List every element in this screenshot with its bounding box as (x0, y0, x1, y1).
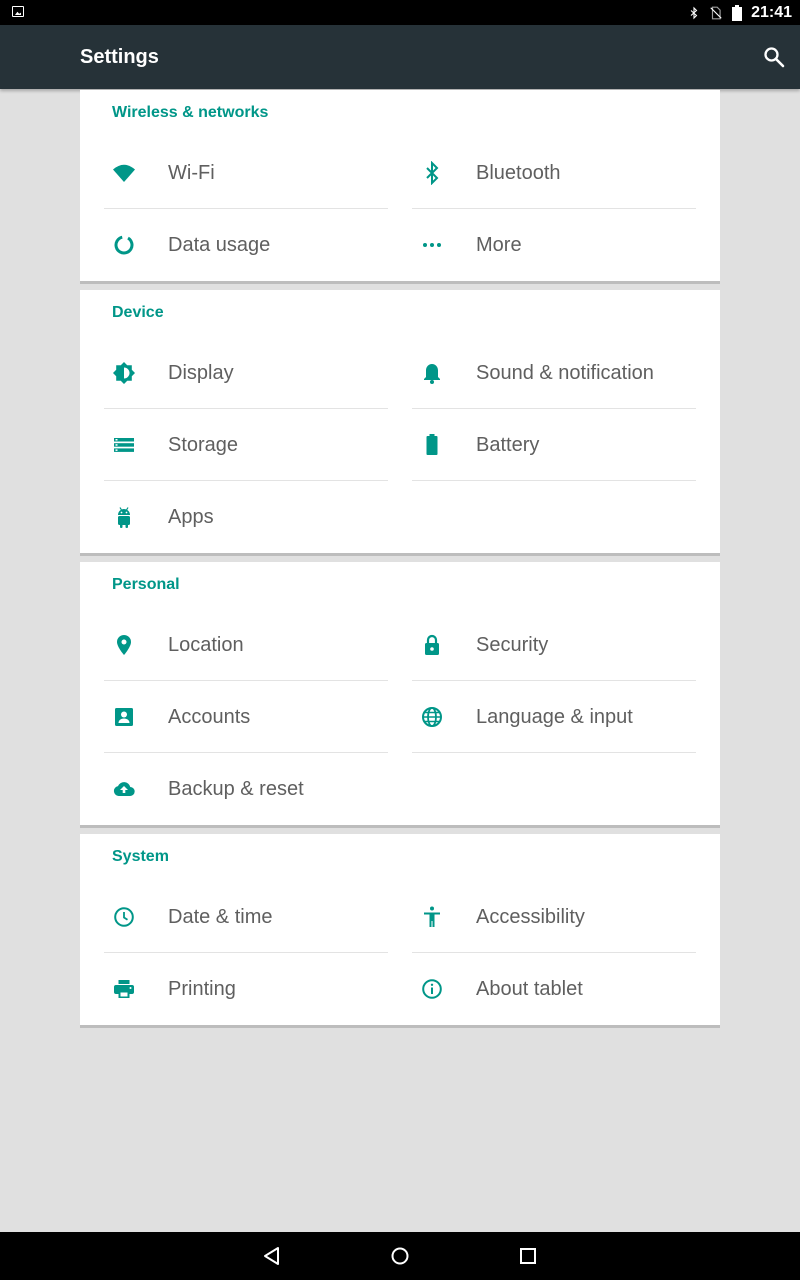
bluetooth-icon (426, 161, 439, 185)
bluetooth-status-icon (690, 6, 698, 19)
more-icon (423, 243, 441, 247)
info-icon (422, 979, 442, 999)
setting-bluetooth[interactable]: Bluetooth (412, 137, 696, 209)
setting-printing[interactable]: Printing (104, 953, 388, 1025)
screenshot-notification-icon (12, 6, 24, 17)
section-title: Device (112, 304, 164, 321)
setting-label: Date & time (168, 906, 273, 928)
location-pin-icon (117, 635, 131, 655)
printer-icon (114, 980, 134, 998)
home-button[interactable] (388, 1244, 412, 1268)
setting-label: Accessibility (476, 906, 585, 928)
data-usage-icon (114, 235, 134, 255)
setting-label: Location (168, 634, 244, 656)
display-brightness-icon (113, 362, 135, 384)
setting-label: Language & input (476, 706, 633, 728)
section-personal: Personal Location Security Accounts Lang… (80, 562, 720, 825)
setting-label: Apps (168, 506, 214, 528)
section-device: Device Display Sound & notification Stor… (80, 290, 720, 553)
lock-icon (425, 634, 439, 655)
section-wireless-networks: Wireless & networks Wi-Fi Bluetooth Data… (80, 90, 720, 281)
setting-label: Wi-Fi (168, 162, 215, 184)
setting-label: Bluetooth (476, 162, 561, 184)
setting-more[interactable]: More (412, 209, 696, 281)
setting-storage[interactable]: Storage (104, 409, 388, 481)
setting-label: Display (168, 362, 234, 384)
page-title: Settings (80, 46, 159, 68)
setting-about-tablet[interactable]: About tablet (412, 953, 696, 1025)
setting-apps[interactable]: Apps (104, 481, 388, 553)
section-system: System Date & time Accessibility Printin… (80, 834, 720, 1025)
setting-label: Data usage (168, 234, 271, 256)
setting-label: Backup & reset (168, 778, 304, 800)
storage-icon (114, 438, 134, 452)
setting-label: Battery (476, 434, 540, 456)
app-bar: Settings (0, 25, 800, 89)
setting-label: About tablet (476, 978, 583, 1000)
setting-sound-notification[interactable]: Sound & notification (412, 337, 696, 409)
cloud-upload-icon (113, 782, 135, 797)
setting-accessibility[interactable]: Accessibility (412, 881, 696, 953)
setting-label: Security (476, 634, 549, 656)
account-box-icon (115, 708, 133, 726)
setting-display[interactable]: Display (104, 337, 388, 409)
wifi-icon (113, 164, 135, 182)
status-time: 21:41 (751, 3, 792, 21)
setting-label: Printing (168, 978, 236, 1000)
recents-button[interactable] (516, 1244, 540, 1268)
section-title: System (112, 848, 169, 865)
setting-battery[interactable]: Battery (412, 409, 696, 481)
setting-security[interactable]: Security (412, 609, 696, 681)
setting-label: Sound & notification (476, 362, 654, 384)
android-icon (118, 507, 130, 528)
setting-date-time[interactable]: Date & time (104, 881, 388, 953)
setting-label: Accounts (168, 706, 251, 728)
accessibility-icon (424, 906, 440, 927)
setting-data-usage[interactable]: Data usage (104, 209, 388, 281)
no-sim-icon (710, 6, 722, 19)
navigation-bar (0, 1232, 800, 1280)
setting-wifi[interactable]: Wi-Fi (104, 137, 388, 209)
setting-accounts[interactable]: Accounts (104, 681, 388, 753)
status-bar: 21:41 (0, 0, 800, 25)
battery-icon (426, 434, 438, 455)
globe-icon (422, 707, 442, 727)
back-button[interactable] (260, 1244, 284, 1268)
setting-location[interactable]: Location (104, 609, 388, 681)
clock-icon (114, 907, 134, 927)
setting-backup-reset[interactable]: Backup & reset (104, 753, 388, 825)
bell-icon (424, 364, 440, 384)
search-icon[interactable] (762, 45, 786, 69)
section-title: Wireless & networks (112, 104, 269, 121)
setting-label: Storage (168, 434, 239, 456)
battery-status-icon (732, 4, 743, 21)
setting-label: More (476, 234, 522, 256)
section-title: Personal (112, 576, 180, 593)
setting-language-input[interactable]: Language & input (412, 681, 696, 753)
